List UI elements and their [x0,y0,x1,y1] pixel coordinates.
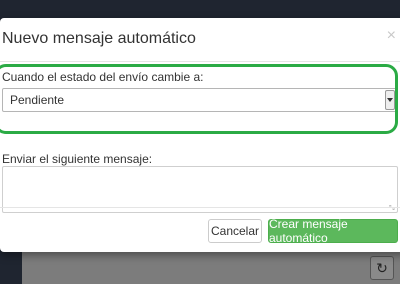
cancel-button[interactable]: Cancelar [208,219,262,243]
app-top-bar [0,0,400,18]
refresh-icon: ↻ [376,259,388,276]
status-select-value: Pendiente [10,93,65,107]
modal-title: Nuevo mensaje automático [2,30,196,47]
status-select[interactable]: Pendiente [2,88,397,112]
create-auto-message-button[interactable]: Crear mensaje automático [268,217,398,245]
refresh-button[interactable]: ↻ [370,256,394,280]
status-label: Cuando el estado del envío cambie a: [2,70,204,84]
chevron-down-icon[interactable] [385,90,395,110]
message-textarea[interactable] [2,166,398,213]
modal-header: Nuevo mensaje automático × [0,18,400,62]
message-label: Enviar el siguiente mensaje: [2,152,153,166]
close-icon[interactable]: × [387,28,396,44]
